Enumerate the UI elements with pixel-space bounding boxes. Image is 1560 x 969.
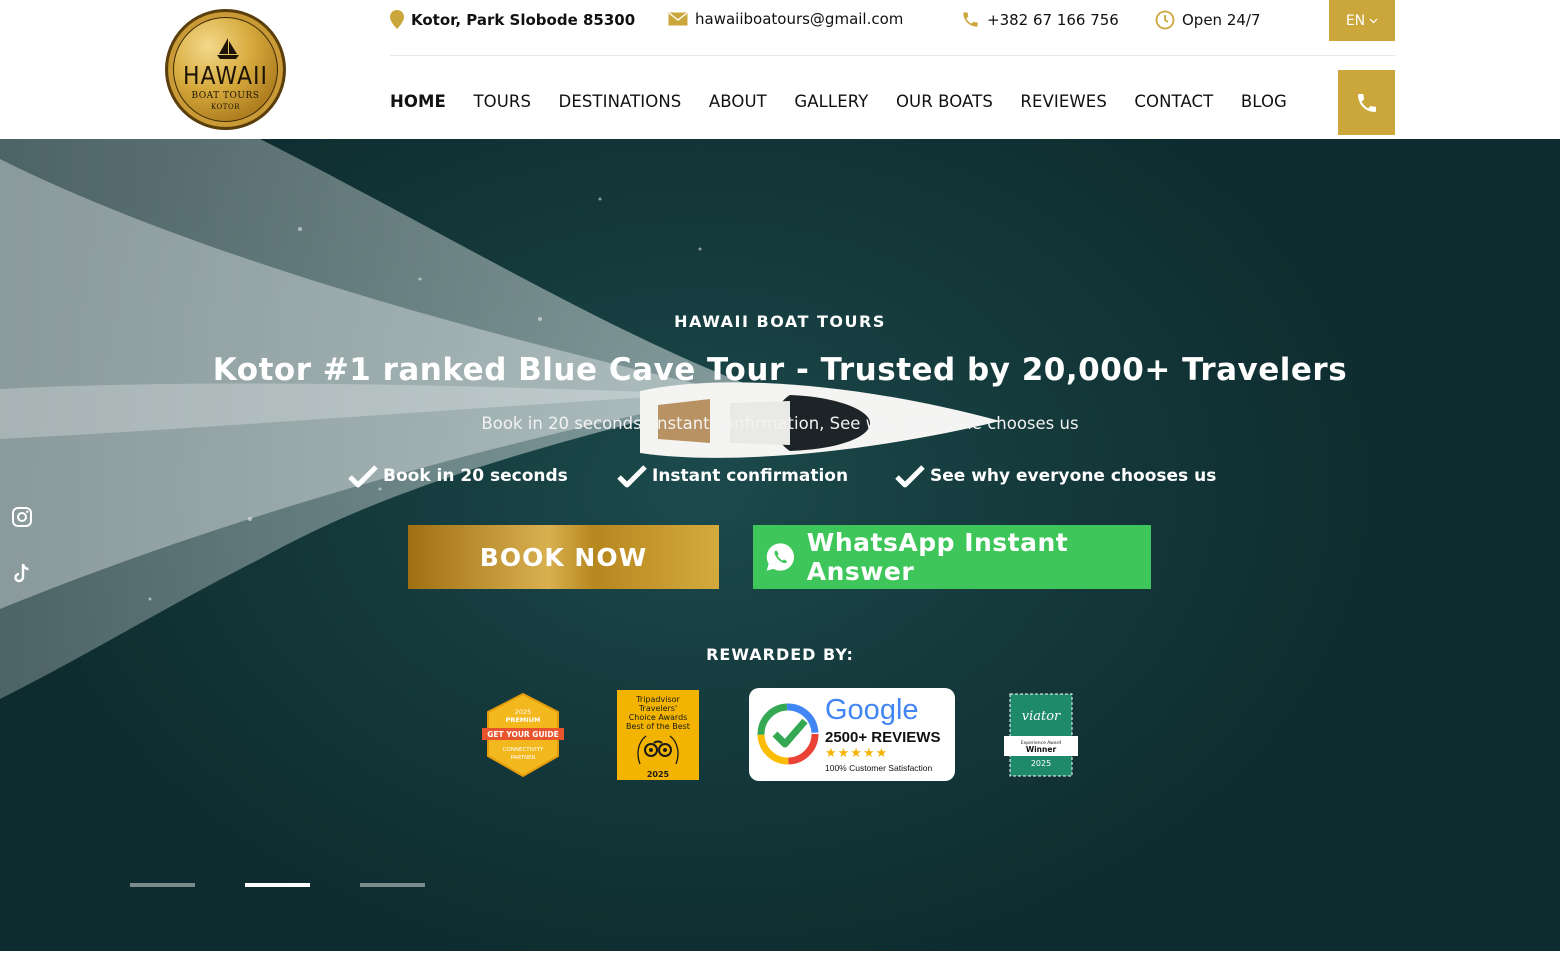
main-nav: HOME TOURS DESTINATIONS ABOUT GALLERY OU… [390, 92, 1314, 111]
page-bottom-strip [0, 951, 1560, 969]
viator-year: 2025 [1031, 759, 1051, 768]
tiktok-icon[interactable] [11, 562, 33, 584]
nav-blog[interactable]: BLOG [1241, 92, 1287, 111]
slider-dot[interactable] [360, 883, 425, 887]
book-now-button[interactable]: BOOK NOW [408, 525, 719, 589]
phone-text: +382 67 166 756 [987, 10, 1119, 29]
language-selector[interactable]: EN [1329, 0, 1395, 41]
viator-wordmark: viator [1022, 709, 1061, 724]
checkmark-icon [617, 465, 647, 488]
address-text: Kotor, Park Slobode 85300 [411, 10, 636, 29]
hero-section: HAWAII BOAT TOURS Kotor #1 ranked Blue C… [0, 139, 1560, 951]
check-item-label: Instant confirmation [652, 466, 849, 486]
gyg-year: 2025 [515, 708, 532, 716]
nav-reviews[interactable]: REVIEWES [1020, 92, 1106, 111]
hero-subtitle: Book in 20 seconds, Instant confirmation… [481, 414, 1079, 433]
rewarded-by-label: REWARDED BY: [706, 645, 854, 664]
nav-our-boats[interactable]: OUR BOATS [896, 92, 993, 111]
nav-gallery[interactable]: GALLERY [794, 92, 868, 111]
hero-eyebrow: HAWAII BOAT TOURS [674, 312, 886, 331]
checkmark-icon [348, 465, 378, 488]
email-info[interactable]: hawaiiboatours@gmail.com [668, 10, 903, 28]
google-satisfaction: 100% Customer Satisfaction [825, 763, 933, 773]
google-review-count: 2500+ REVIEWS [825, 729, 941, 746]
google-check-icon [757, 703, 819, 765]
clock-icon [1155, 10, 1175, 30]
gyg-premium: PREMIUM [506, 716, 541, 724]
google-wordmark-text: Google [825, 694, 919, 726]
logo-city: KOTOR [211, 103, 240, 111]
gyg-connectivity: CONNECTIVITY [503, 747, 544, 753]
ta-year: 2025 [646, 770, 670, 779]
chevron-down-icon [1369, 18, 1378, 23]
header-divider [390, 55, 1395, 56]
ta-line3: Choice Awards [628, 713, 688, 722]
ta-brand: Tripadvisor [636, 695, 680, 704]
google-wordmark: Google [825, 694, 919, 727]
hours-info: Open 24/7 [1155, 10, 1261, 30]
nav-tours[interactable]: TOURS [473, 92, 531, 111]
logo-title: HAWAII [183, 62, 268, 91]
instagram-icon[interactable] [11, 506, 33, 528]
hero-headline: Kotor #1 ranked Blue Cave Tour - Trusted… [212, 352, 1348, 388]
phone-info[interactable]: +382 67 166 756 [961, 10, 1119, 29]
check-item-label: See why everyone chooses us [930, 466, 1217, 486]
check-item: Book in 20 seconds [348, 464, 568, 488]
call-button[interactable] [1338, 70, 1395, 135]
google-reviews-badge[interactable]: Google 2500+ REVIEWS ★★★★★ 100% Customer… [749, 688, 955, 781]
gyg-title: GET YOUR GUIDE [487, 730, 558, 739]
whatsapp-button[interactable]: WhatsApp Instant Answer [753, 525, 1151, 589]
check-item-label: Book in 20 seconds [383, 466, 568, 486]
google-stars: ★★★★★ [825, 746, 889, 761]
address-info[interactable]: Kotor, Park Slobode 85300 [390, 10, 635, 29]
whatsapp-icon [766, 543, 795, 571]
check-item: Instant confirmation [617, 464, 848, 488]
language-label: EN [1345, 12, 1366, 29]
slider-dot[interactable] [130, 883, 195, 887]
hours-text: Open 24/7 [1182, 11, 1261, 29]
phone-icon [1357, 93, 1376, 112]
viator-badge[interactable]: viator Experience Award Winner 2025 [1004, 692, 1078, 778]
tripadvisor-badge[interactable]: Tripadvisor Travelers' Choice Awards Bes… [617, 690, 699, 780]
nav-destinations[interactable]: DESTINATIONS [559, 92, 682, 111]
nav-home[interactable]: HOME [390, 92, 446, 111]
nav-about[interactable]: ABOUT [709, 92, 767, 111]
tripadvisor-owl-icon [637, 735, 679, 765]
whatsapp-button-label: WhatsApp Instant Answer [806, 528, 1069, 586]
ta-line4: Best of the Best [626, 722, 690, 731]
location-pin-icon [390, 10, 404, 29]
logo-subtitle: BOAT TOURS [191, 91, 260, 101]
site-header: HAWAII BOAT TOURS KOTOR Kotor, Park Slob… [0, 0, 1560, 139]
viator-winner: Winner [1026, 745, 1057, 754]
nav-contact[interactable]: CONTACT [1134, 92, 1213, 111]
phone-icon [963, 12, 978, 27]
getyourguide-badge[interactable]: 2025 PREMIUM GET YOUR GUIDE CONNECTIVITY… [482, 692, 564, 778]
hawaii-boat-tours-logo[interactable]: HAWAII BOAT TOURS KOTOR [165, 9, 286, 130]
gyg-partner: PARTNER [511, 755, 536, 761]
ta-line2: Travelers' [638, 704, 678, 713]
check-item: See why everyone chooses us [895, 464, 1216, 488]
envelope-icon [668, 12, 688, 26]
email-text: hawaiiboatours@gmail.com [695, 10, 904, 28]
slider-dot-active[interactable] [245, 883, 310, 887]
checkmark-icon [895, 465, 925, 488]
sailboat-icon [217, 38, 239, 59]
